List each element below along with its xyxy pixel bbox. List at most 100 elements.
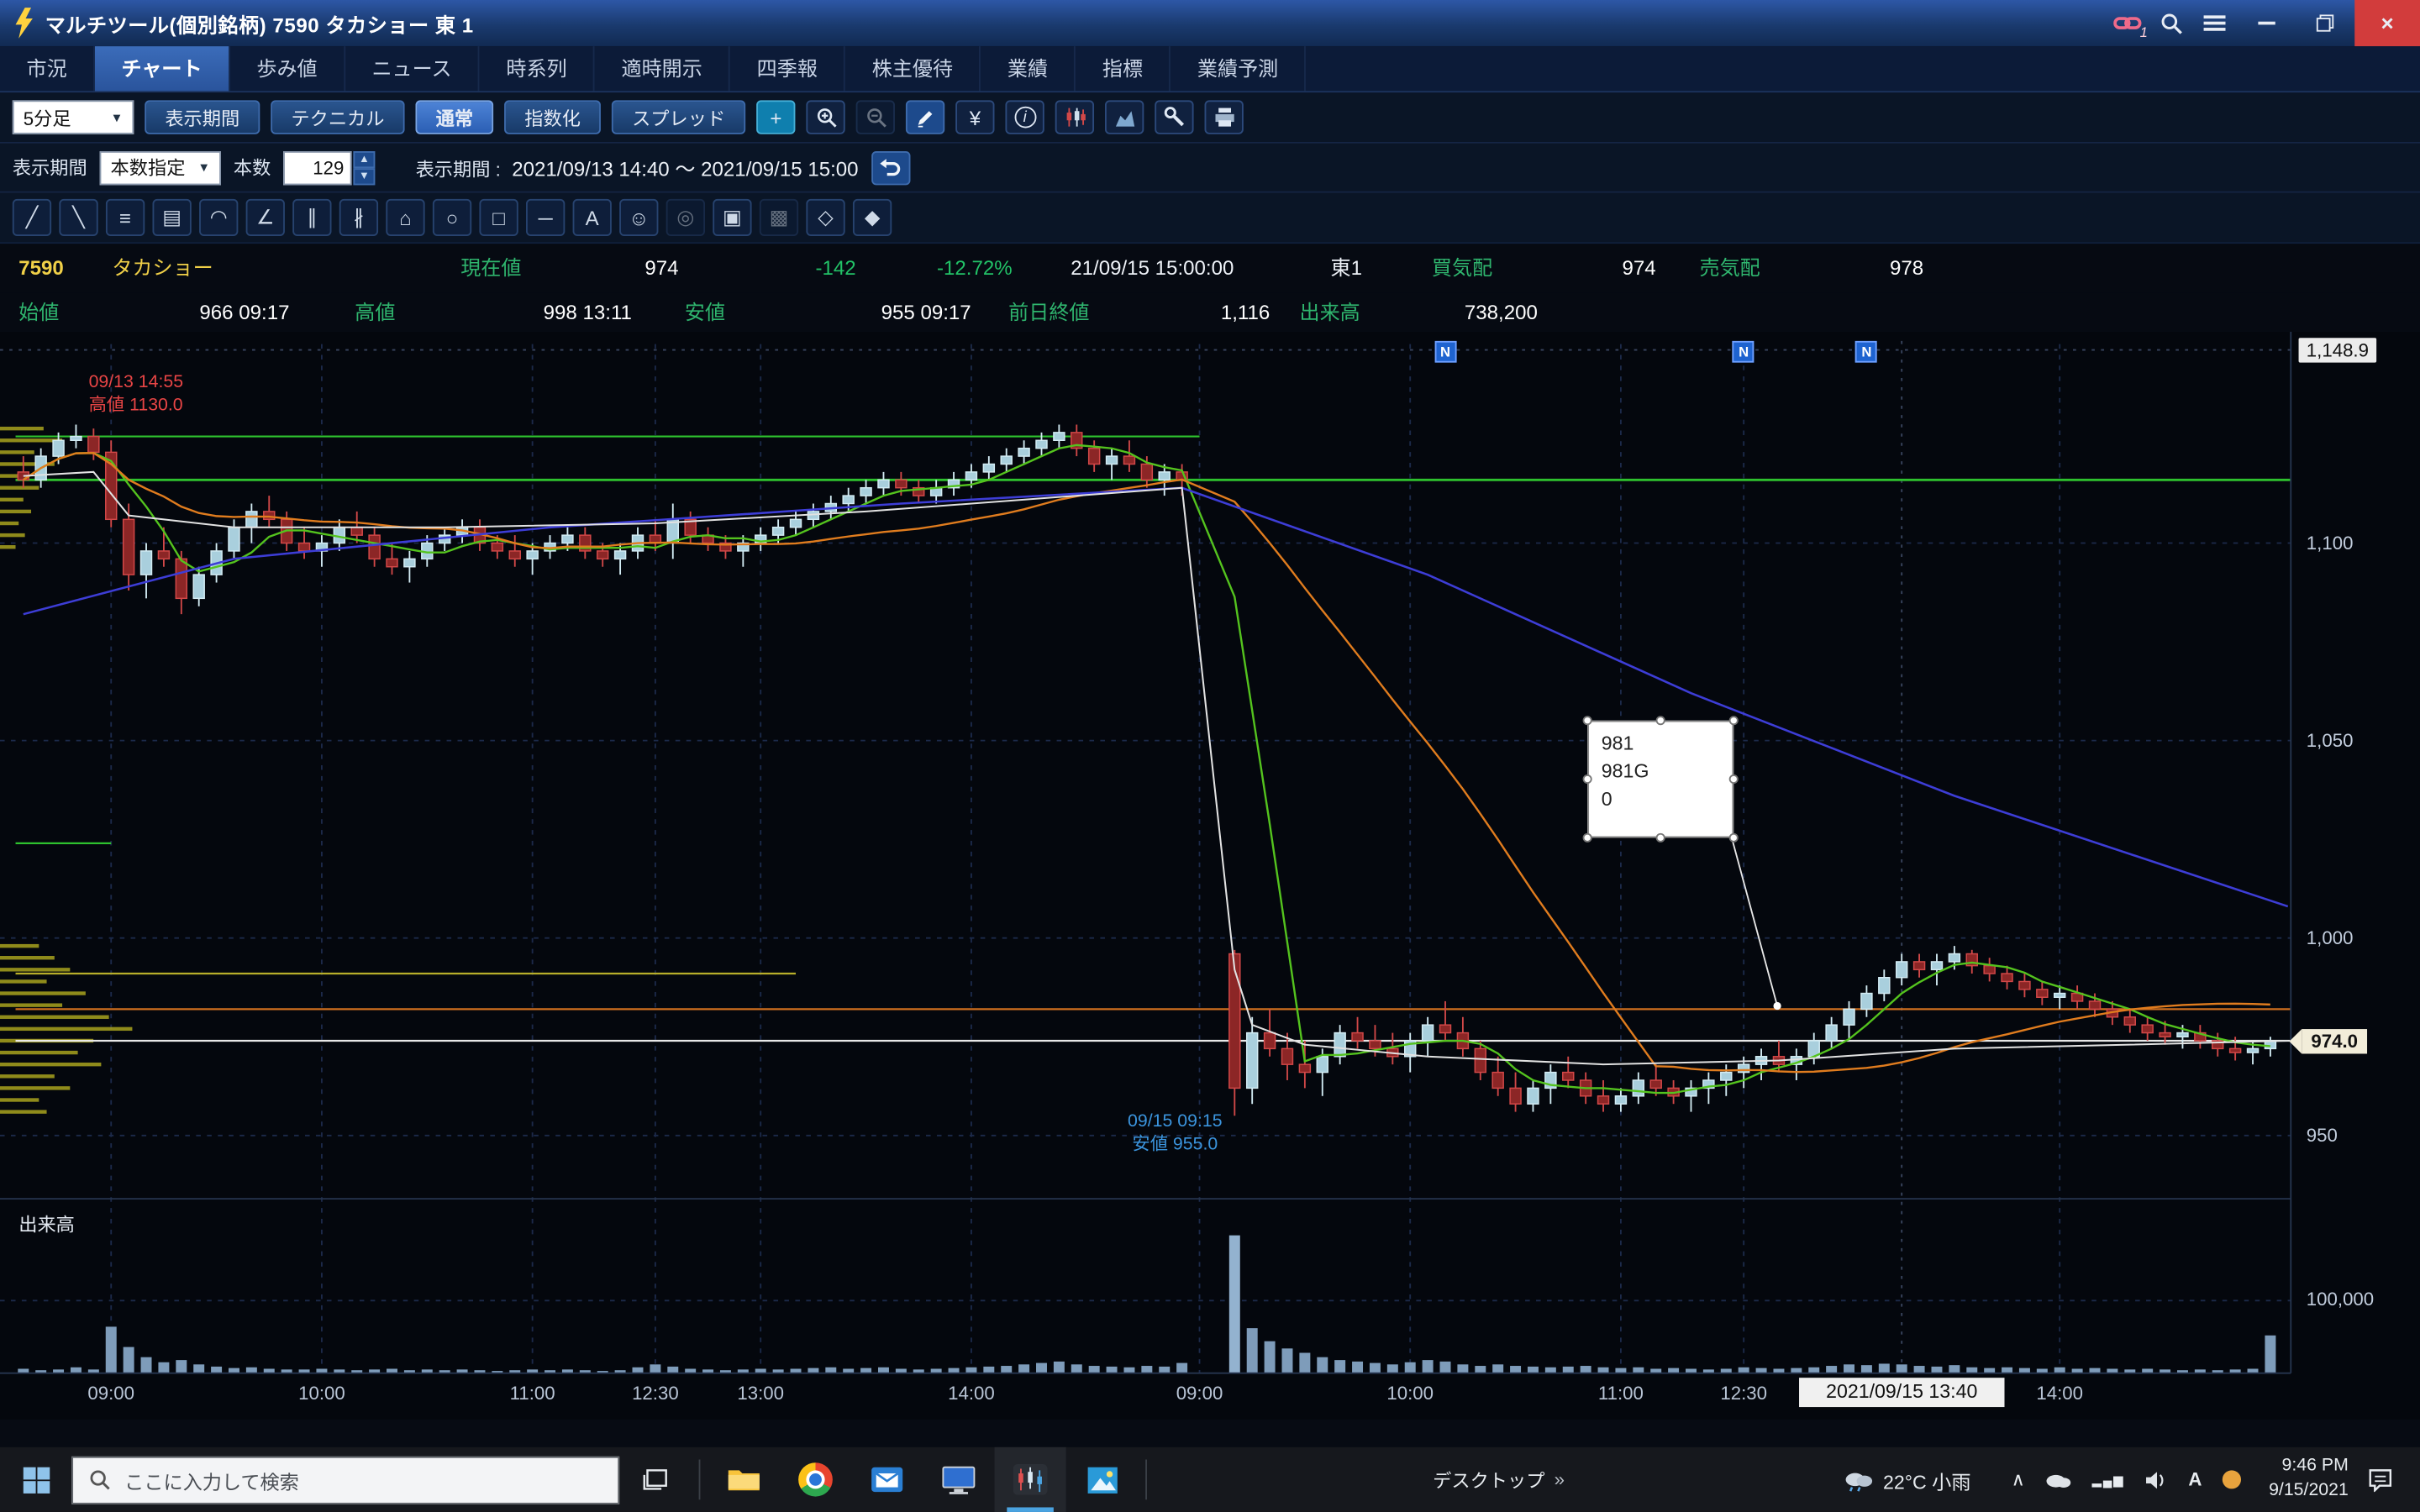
tab-indicators[interactable]: 指標 — [1076, 46, 1171, 91]
drawing-callout-box[interactable]: 981 981G 0 — [1587, 721, 1733, 838]
resize-handle[interactable] — [1729, 774, 1739, 784]
bar-count-input[interactable]: 129 — [283, 150, 351, 184]
news-marker[interactable]: N — [1855, 341, 1877, 363]
technical-button[interactable]: テクニカル — [271, 100, 404, 134]
news-marker[interactable]: N — [1733, 341, 1754, 363]
tab-disclosure[interactable]: 適時開示 — [595, 46, 730, 91]
tab-earnings[interactable]: 業績 — [981, 46, 1076, 91]
taskbar-app-chart-tool[interactable] — [994, 1447, 1065, 1512]
draw-tool-vertical-line-icon[interactable]: ∥ — [292, 199, 331, 236]
draw-tool-price-channel-icon[interactable]: ▤ — [153, 199, 192, 236]
menu-icon[interactable] — [2193, 5, 2237, 42]
yen-icon[interactable]: ¥ — [955, 100, 994, 134]
search-icon[interactable] — [2149, 5, 2193, 42]
draw-tool-hide-object-icon[interactable]: ▩ — [760, 199, 798, 236]
draw-tool-fibonacci-arc-icon[interactable]: ◠ — [199, 199, 238, 236]
resize-handle[interactable] — [1656, 716, 1665, 725]
current-price-label: 現在値 — [460, 244, 521, 293]
resize-handle[interactable] — [1656, 833, 1665, 843]
indexed-mode-button[interactable]: 指数化 — [504, 100, 601, 134]
link-windows-icon[interactable]: 1 — [2106, 5, 2149, 42]
network-signal-icon[interactable]: ▂▄▆ — [2092, 1473, 2125, 1487]
draw-tool-erase-object-icon[interactable]: ◇ — [806, 199, 844, 236]
cloud-icon[interactable] — [2045, 1470, 2071, 1488]
stock-code: 7590 — [18, 244, 64, 293]
task-view-button[interactable] — [619, 1447, 691, 1512]
spread-mode-button[interactable]: スプレッド — [612, 100, 745, 134]
taskbar-separator — [699, 1460, 701, 1500]
speaker-icon[interactable] — [2145, 1469, 2169, 1489]
resize-handle[interactable] — [1583, 774, 1592, 784]
resize-handle[interactable] — [1583, 716, 1592, 725]
draw-tool-horizontal-ray-icon[interactable]: ─ — [526, 199, 565, 236]
wrench-icon[interactable] — [1155, 100, 1193, 134]
drawing-toolbar: ╱╲≡▤◠∠∥∦⌂○□─A☺◎▣▩◇◆ — [0, 193, 2420, 244]
news-marker[interactable]: N — [1434, 341, 1456, 363]
tab-tick[interactable]: 歩み値 — [230, 46, 345, 91]
count-mode-select[interactable]: 本数指定▼ — [100, 150, 221, 184]
pencil-icon[interactable] — [906, 100, 944, 134]
x-axis-label: 10:00 — [278, 1383, 366, 1404]
draw-tool-ellipse-icon[interactable]: ○ — [433, 199, 471, 236]
taskbar-app-remote-desktop[interactable] — [923, 1447, 994, 1512]
chart-area[interactable]: 出来高 100,000 2021/09/15 13:40 09/13 14:55… — [0, 332, 2420, 1420]
stepper-up-icon[interactable]: ▲ — [353, 150, 375, 167]
action-center-button[interactable] — [2349, 1447, 2411, 1512]
taskbar-clock[interactable]: 9:46 PM 9/15/2021 — [2269, 1456, 2349, 1504]
tab-news[interactable]: ニュース — [345, 46, 480, 91]
draw-tool-erase-all-icon[interactable]: ◆ — [853, 199, 892, 236]
printer-icon[interactable] — [1205, 100, 1244, 134]
tab-chart[interactable]: チャート — [95, 46, 230, 91]
taskbar-app-mail[interactable] — [851, 1447, 923, 1512]
timeframe-select[interactable]: 5分足▼ — [13, 100, 134, 134]
taskbar-app-photos[interactable] — [1066, 1447, 1138, 1512]
resize-handle[interactable] — [1729, 716, 1739, 725]
draw-tool-pentagon-icon[interactable]: ⌂ — [386, 199, 424, 236]
crosshair-price-axis-label: 1,148.9 — [2299, 338, 2377, 362]
tab-forecast[interactable]: 業績予測 — [1171, 46, 1306, 91]
tab-shikiho[interactable]: 四季報 — [730, 46, 845, 91]
taskbar-weather[interactable]: 22°C 小雨 — [1843, 1465, 1971, 1494]
draw-tool-icon-stamp-icon[interactable]: ☺ — [619, 199, 658, 236]
display-period-button[interactable]: 表示期間 — [145, 100, 260, 134]
crosshair-icon[interactable]: + — [756, 100, 795, 134]
candle-chart-icon[interactable] — [1055, 100, 1094, 134]
tab-benefits[interactable]: 株主優待 — [845, 46, 981, 91]
zoom-in-icon[interactable] — [807, 100, 845, 134]
zoom-out-icon[interactable] — [856, 100, 895, 134]
normal-mode-button[interactable]: 通常 — [416, 100, 494, 134]
x-axis-label: 11:00 — [1577, 1383, 1665, 1404]
area-chart-icon[interactable] — [1105, 100, 1144, 134]
draw-tool-horizontal-lines-icon[interactable]: ≡ — [106, 199, 145, 236]
hidden-icons-chevron[interactable]: ∧ — [2012, 1469, 2025, 1491]
draw-tool-gann-fan-icon[interactable]: ∠ — [246, 199, 285, 236]
tray-app-icon[interactable] — [2223, 1470, 2241, 1488]
ime-indicator[interactable]: A — [2188, 1469, 2202, 1491]
close-button[interactable]: × — [2354, 0, 2420, 46]
app-window: マルチツール(個別銘柄) 7590 タカショー 東 1 1 × 市況チャート歩み… — [0, 0, 2420, 1512]
taskbar-app-file-explorer[interactable] — [708, 1447, 780, 1512]
candlestick-chart[interactable] — [0, 332, 2420, 1420]
resize-handle[interactable] — [1583, 833, 1592, 843]
draw-tool-copy-object-icon[interactable]: ▣ — [713, 199, 751, 236]
desktop-toolbar[interactable]: デスクトップ » — [1433, 1467, 1565, 1493]
minimize-button[interactable] — [2236, 0, 2295, 46]
tab-market[interactable]: 市況 — [0, 46, 95, 91]
draw-tool-flag-pin-icon[interactable]: ◎ — [666, 199, 705, 236]
start-button[interactable] — [0, 1447, 71, 1512]
count-label: 本数 — [234, 155, 271, 181]
restore-button[interactable] — [2296, 0, 2354, 46]
undo-icon[interactable] — [871, 150, 909, 184]
draw-tool-parallel-lines-icon[interactable]: ∦ — [339, 199, 378, 236]
taskbar-app-chrome[interactable] — [780, 1447, 851, 1512]
stepper-down-icon[interactable]: ▼ — [353, 167, 375, 184]
draw-tool-trend-line-icon[interactable]: ╱ — [13, 199, 51, 236]
taskbar-search-input[interactable]: ここに入力して検索 — [71, 1456, 619, 1504]
count-stepper[interactable]: ▲▼ — [353, 150, 375, 184]
draw-tool-rectangle-icon[interactable]: □ — [479, 199, 518, 236]
info-icon[interactable]: i — [1006, 100, 1044, 134]
tab-time-series[interactable]: 時系列 — [480, 46, 595, 91]
draw-tool-text-tool-icon[interactable]: A — [573, 199, 612, 236]
draw-tool-ruler-icon[interactable]: ╲ — [59, 199, 97, 236]
resize-handle[interactable] — [1729, 833, 1739, 843]
